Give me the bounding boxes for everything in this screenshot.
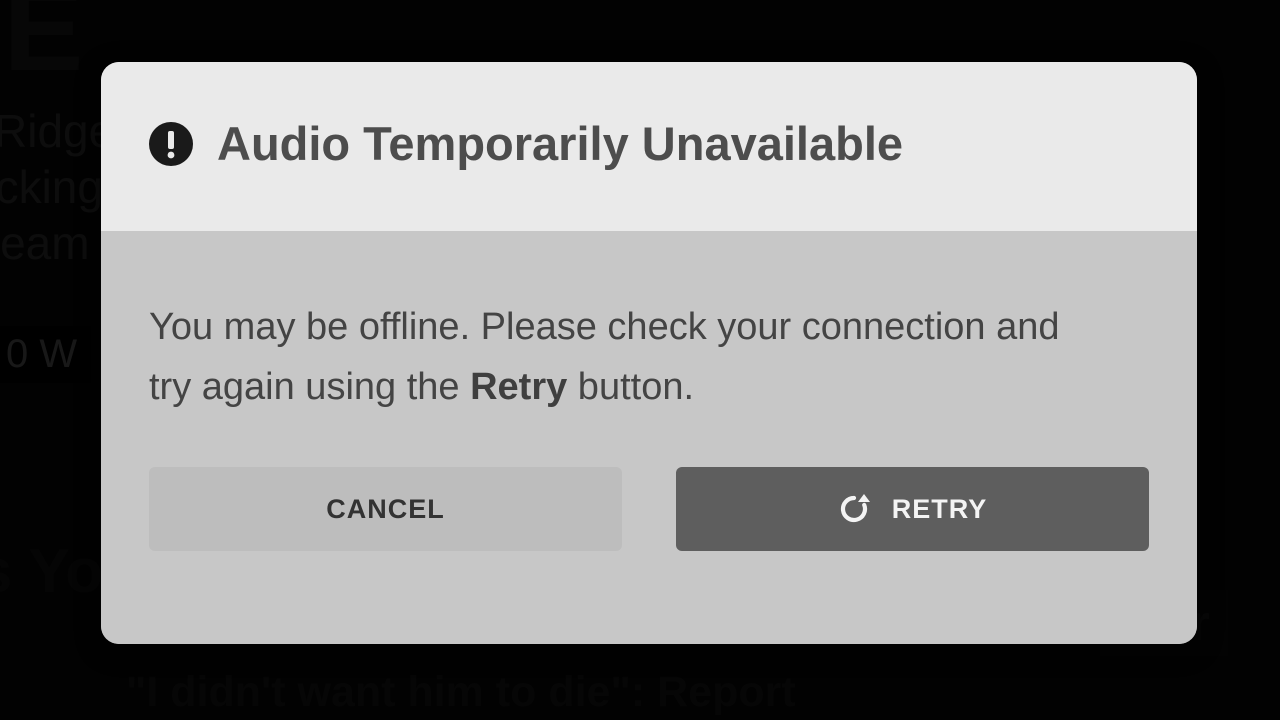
retry-button-label: RETRY [892, 494, 988, 525]
dialog-header: Audio Temporarily Unavailable [101, 62, 1197, 231]
retry-icon [838, 493, 870, 525]
cancel-button[interactable]: CANCEL [149, 467, 622, 551]
dialog-message-text: button. [567, 366, 694, 408]
dialog-actions: CANCEL RETRY [149, 467, 1149, 599]
cancel-button-label: CANCEL [326, 494, 445, 525]
audio-unavailable-dialog: Audio Temporarily Unavailable You may be… [101, 62, 1197, 644]
dialog-title: Audio Temporarily Unavailable [217, 116, 903, 171]
retry-button[interactable]: RETRY [676, 467, 1149, 551]
dialog-body: You may be offline. Please check your co… [101, 231, 1197, 644]
dialog-message: You may be offline. Please check your co… [149, 297, 1089, 417]
alert-icon [149, 122, 193, 166]
dialog-message-bold: Retry [470, 366, 567, 408]
